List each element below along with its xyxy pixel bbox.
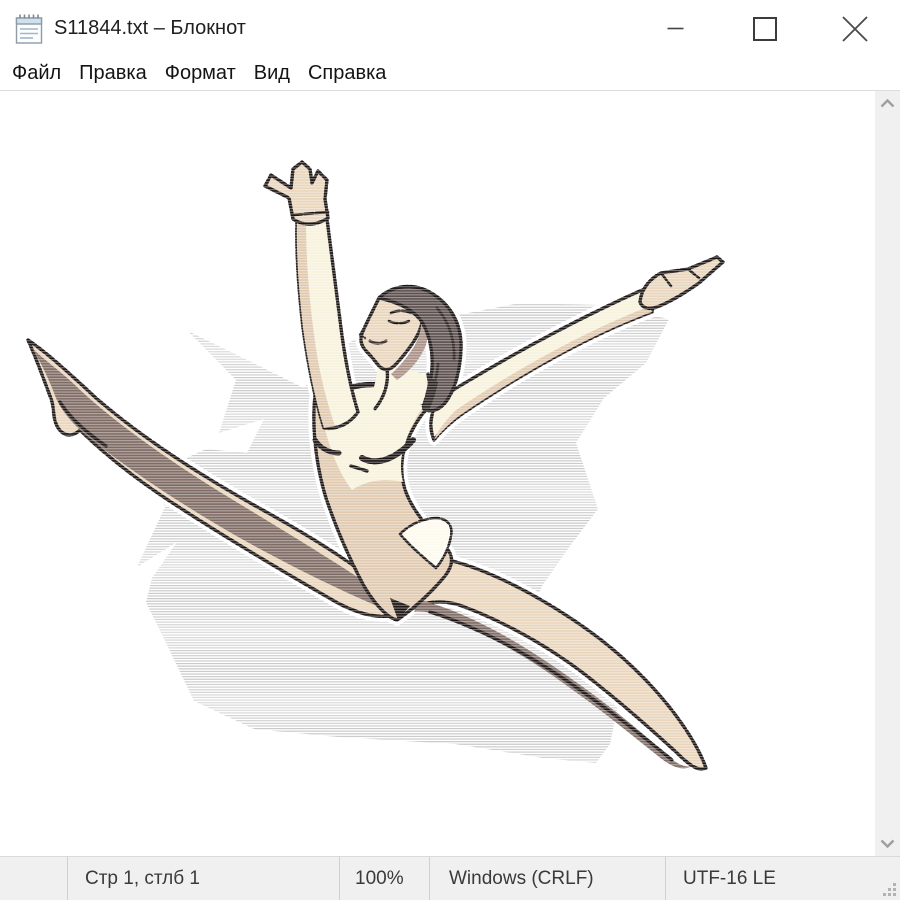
maximize-button[interactable] [720, 0, 810, 57]
resize-grip-icon[interactable] [883, 883, 897, 897]
status-encoding-label: UTF-16 LE [683, 868, 776, 890]
edit-area[interactable] [0, 91, 875, 856]
window-controls [630, 0, 900, 57]
menu-item-view[interactable]: Вид [245, 57, 299, 90]
vertical-scrollbar[interactable] [875, 91, 900, 856]
menubar: Файл Правка Формат Вид Справка [0, 57, 900, 91]
close-button[interactable] [810, 0, 900, 57]
status-line-ending: Windows (CRLF) [430, 857, 666, 900]
menu-item-help[interactable]: Справка [299, 57, 395, 90]
menu-item-edit[interactable]: Правка [70, 57, 156, 90]
dither-overlay [10, 128, 772, 820]
chevron-up-icon [880, 99, 895, 108]
notepad-icon [13, 12, 45, 46]
maximize-icon [753, 17, 777, 41]
window-title: S11844.txt – Блокнот [54, 17, 246, 40]
window-titlebar[interactable]: S11844.txt – Блокнот [0, 0, 900, 57]
menu-item-file[interactable]: Файл [3, 57, 70, 90]
status-zoom-level: 100% [340, 857, 430, 900]
status-cursor-position: Стр 1, стлб 1 [68, 857, 340, 900]
minimize-button[interactable] [630, 0, 720, 57]
menu-item-format[interactable]: Формат [156, 57, 245, 90]
status-cell-empty [0, 857, 68, 900]
scroll-down-button[interactable] [875, 831, 900, 856]
close-icon [842, 16, 868, 42]
minimize-icon [667, 27, 684, 30]
chevron-down-icon [880, 839, 895, 848]
scroll-up-button[interactable] [875, 91, 900, 116]
status-encoding: UTF-16 LE [666, 857, 900, 900]
gymnast-illustration [0, 91, 875, 856]
statusbar: Стр 1, стлб 1 100% Windows (CRLF) UTF-16… [0, 856, 900, 900]
